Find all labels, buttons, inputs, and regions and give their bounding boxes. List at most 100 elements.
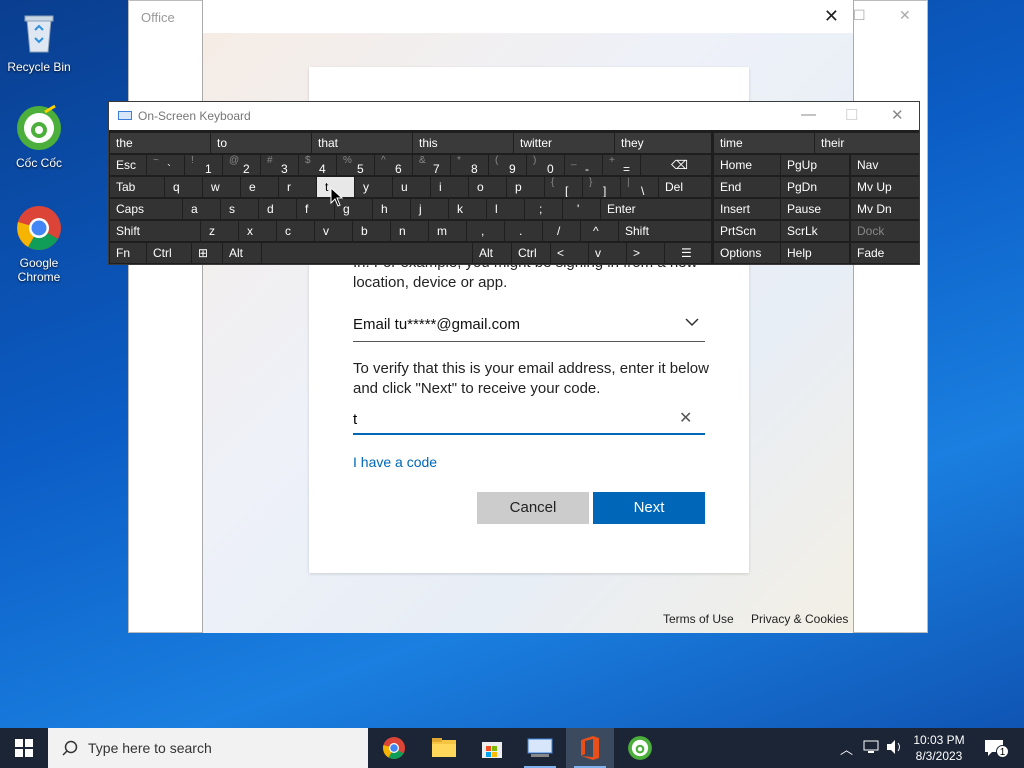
key-backtick[interactable]: ~ `	[147, 155, 184, 175]
key-arrow-up[interactable]: ^	[581, 221, 618, 241]
taskbar-store[interactable]	[468, 728, 516, 768]
key-slash[interactable]: /	[543, 221, 580, 241]
key-v[interactable]: v	[315, 221, 352, 241]
key-2[interactable]: @2	[223, 155, 260, 175]
maximize-icon[interactable]: ☐	[853, 7, 866, 24]
prediction-key[interactable]: this	[413, 133, 513, 153]
key-alt-left[interactable]: Alt	[223, 243, 261, 263]
maximize-icon[interactable]: ☐	[845, 106, 858, 124]
desktop-icon-recycle-bin[interactable]: Recycle Bin	[4, 8, 74, 74]
key-close-bracket[interactable]: }]	[583, 177, 620, 197]
key-z[interactable]: z	[201, 221, 238, 241]
key-fn[interactable]: Fn	[110, 243, 146, 263]
taskbar-chrome[interactable]	[370, 728, 418, 768]
key-k[interactable]: k	[449, 199, 486, 219]
key-n[interactable]: n	[391, 221, 428, 241]
key-semicolon[interactable]: ;	[525, 199, 562, 219]
key-f[interactable]: f	[297, 199, 334, 219]
key-tab[interactable]: Tab	[110, 177, 164, 197]
key-options[interactable]: Options	[714, 243, 780, 263]
key-m[interactable]: m	[429, 221, 466, 241]
desktop-icon-chrome[interactable]: Google Chrome	[4, 204, 74, 284]
key-arrow-down[interactable]: v	[589, 243, 626, 263]
privacy-link[interactable]: Privacy & Cookies	[751, 612, 848, 626]
key-pgup[interactable]: PgUp	[781, 155, 849, 175]
key-o[interactable]: o	[469, 177, 506, 197]
key-6[interactable]: ^ 6	[375, 155, 412, 175]
key-backspace[interactable]: ⌫	[641, 155, 711, 175]
key-equals[interactable]: + =	[603, 155, 640, 175]
prediction-key[interactable]: twitter	[514, 133, 614, 153]
key-p[interactable]: p	[507, 177, 544, 197]
key-r[interactable]: r	[279, 177, 316, 197]
key-i[interactable]: i	[431, 177, 468, 197]
key-quote[interactable]: '	[563, 199, 600, 219]
key-open-bracket[interactable]: {[	[545, 177, 582, 197]
taskbar-file-explorer[interactable]	[420, 728, 468, 768]
key-ctrl-left[interactable]: Ctrl	[147, 243, 191, 263]
key-backslash[interactable]: | \	[621, 177, 658, 197]
key-enter[interactable]: Enter	[601, 199, 711, 219]
key-arrow-right[interactable]: >	[627, 243, 664, 263]
prediction-key[interactable]: their	[815, 133, 919, 153]
key-3[interactable]: #3	[261, 155, 298, 175]
key-5[interactable]: % 5	[337, 155, 374, 175]
key-menu[interactable]: ☰	[665, 243, 711, 263]
key-del[interactable]: Del	[659, 177, 711, 197]
key-mv-dn[interactable]: Mv Dn	[851, 199, 919, 219]
key-shift-left[interactable]: Shift	[110, 221, 200, 241]
prediction-key[interactable]: that	[312, 133, 412, 153]
close-icon[interactable]: ✕	[824, 6, 839, 27]
taskbar-coccoc[interactable]	[616, 728, 664, 768]
next-button[interactable]: Next	[593, 492, 705, 524]
key-w[interactable]: w	[203, 177, 240, 197]
key-h[interactable]: h	[373, 199, 410, 219]
key-mv-up[interactable]: Mv Up	[851, 177, 919, 197]
taskbar-search-box[interactable]: Type here to search	[48, 728, 368, 768]
email-verify-input[interactable]	[353, 405, 705, 435]
key-prtscn[interactable]: PrtScn	[714, 221, 780, 241]
key-u[interactable]: u	[393, 177, 430, 197]
key-help[interactable]: Help	[781, 243, 849, 263]
key-end[interactable]: End	[714, 177, 780, 197]
clear-icon[interactable]: ✕	[679, 408, 692, 428]
key-j[interactable]: j	[411, 199, 448, 219]
start-button[interactable]	[0, 728, 48, 768]
key-9[interactable]: (9	[489, 155, 526, 175]
close-icon[interactable]: ✕	[891, 106, 904, 124]
key-minus[interactable]: _ -	[565, 155, 602, 175]
key-pgdn[interactable]: PgDn	[781, 177, 849, 197]
key-caps[interactable]: Caps	[110, 199, 182, 219]
key-0[interactable]: ) 0	[527, 155, 564, 175]
close-icon[interactable]: ✕	[899, 7, 911, 24]
key-fade[interactable]: Fade	[851, 243, 919, 263]
key-arrow-left[interactable]: <	[551, 243, 588, 263]
key-insert[interactable]: Insert	[714, 199, 780, 219]
volume-icon[interactable]	[886, 739, 904, 758]
key-comma[interactable]: ,	[467, 221, 504, 241]
key-home[interactable]: Home	[714, 155, 780, 175]
key-ctrl-right[interactable]: Ctrl	[512, 243, 550, 263]
notification-button[interactable]: 1	[980, 728, 1020, 768]
key-a[interactable]: a	[183, 199, 220, 219]
desktop-icon-coccoc[interactable]: Cốc Cốc	[4, 104, 74, 170]
key-period[interactable]: .	[505, 221, 542, 241]
taskbar-office[interactable]	[566, 728, 614, 768]
key-space[interactable]	[262, 243, 472, 263]
key-alt-right[interactable]: Alt	[473, 243, 511, 263]
cancel-button[interactable]: Cancel	[477, 492, 589, 524]
chevron-up-icon[interactable]: ︿	[840, 739, 853, 758]
prediction-key[interactable]: they	[615, 133, 711, 153]
key-q[interactable]: q	[165, 177, 202, 197]
key-8[interactable]: * 8	[451, 155, 488, 175]
key-y[interactable]: y	[355, 177, 392, 197]
key-l[interactable]: l	[487, 199, 524, 219]
key-b[interactable]: b	[353, 221, 390, 241]
key-d[interactable]: d	[259, 199, 296, 219]
key-x[interactable]: x	[239, 221, 276, 241]
minimize-icon[interactable]: —	[801, 106, 816, 123]
key-1[interactable]: ! 1	[185, 155, 222, 175]
prediction-key[interactable]: the	[110, 133, 210, 153]
key-7[interactable]: & 7	[413, 155, 450, 175]
key-esc[interactable]: Esc	[110, 155, 146, 175]
